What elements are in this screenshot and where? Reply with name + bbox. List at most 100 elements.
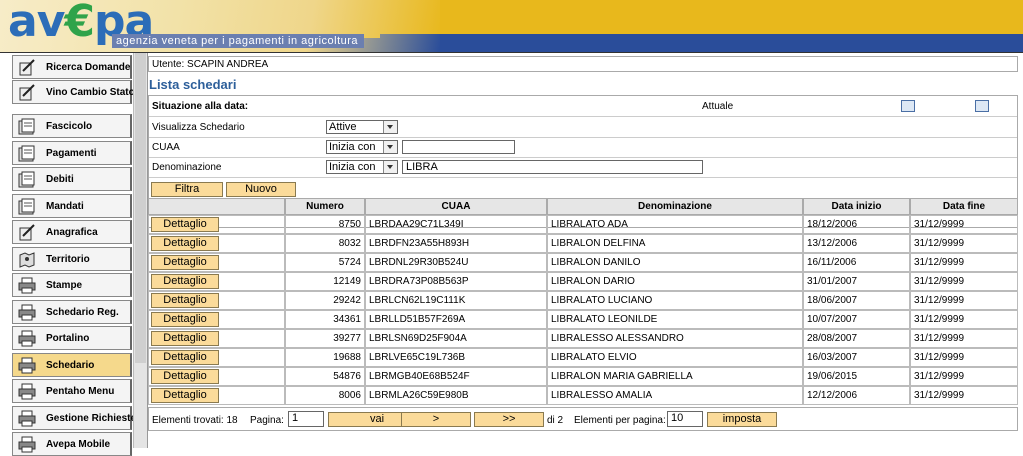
detail-button[interactable]: Dettaglio — [151, 388, 219, 403]
table-row: Dettaglio — [148, 310, 285, 329]
cuaa-input[interactable] — [402, 140, 515, 154]
denominazione-mode-select[interactable]: Inizia con — [326, 160, 398, 174]
table-cell: LBRMGB40E68B524F — [365, 367, 547, 386]
table-cell: 5724 — [285, 253, 365, 272]
detail-button[interactable]: Dettaglio — [151, 369, 219, 384]
page-label: Pagina: — [250, 415, 284, 426]
table-row: Dettaglio — [148, 253, 285, 272]
chevron-down-icon — [383, 161, 397, 173]
printer-icon — [18, 304, 36, 321]
cuaa-mode-select[interactable]: Inizia con — [326, 140, 398, 154]
table-cell: LBRMLA26C59E980B — [365, 386, 547, 405]
sidebar-item-label: Schedario Reg. — [46, 306, 119, 318]
page-input[interactable]: 1 — [288, 411, 324, 427]
table-cell: 31/01/2007 — [803, 272, 910, 291]
sidebar-item-vino-cambio-stato[interactable]: Vino Cambio Stato — [12, 80, 135, 104]
table-row: Dettaglio — [148, 291, 285, 310]
table-cell: 31/12/9999 — [910, 215, 1018, 234]
sidebar-item-fascicolo[interactable]: Fascicolo — [12, 114, 132, 138]
detail-button[interactable]: Dettaglio — [151, 331, 219, 346]
detail-button[interactable]: Dettaglio — [151, 217, 219, 232]
next-page-button[interactable]: > — [401, 412, 471, 427]
sidebar-scroll-thumb[interactable] — [135, 53, 146, 363]
table-cell: LIBRALATO LEONILDE — [547, 310, 803, 329]
sidebar-item-gestione-richieste[interactable]: Gestione Richieste — [12, 405, 136, 430]
page-title: Lista schedari — [149, 77, 237, 92]
sidebar-item-debiti[interactable]: Debiti — [12, 167, 132, 191]
sidebar-item-anagrafica[interactable]: Anagrafica — [12, 220, 132, 244]
sidebar-item-mandati[interactable]: Mandati — [12, 193, 132, 218]
table-cell: 16/03/2007 — [803, 348, 910, 367]
filter-button[interactable]: Filtra — [151, 182, 223, 197]
sidebar-item-ricerca-domande[interactable]: Ricerca Domande — [12, 55, 132, 79]
table-row: Dettaglio — [148, 386, 285, 405]
folder-icon — [18, 145, 36, 162]
sidebar-item-label: Portalino — [46, 333, 90, 344]
table-cell: LIBRALATO ADA — [547, 215, 803, 234]
table-cell: LBRDNL29R30B524U — [365, 253, 547, 272]
table-cell: 31/12/9999 — [910, 291, 1018, 310]
detail-button[interactable]: Dettaglio — [151, 293, 219, 308]
table-cell: LIBRALON DARIO — [547, 272, 803, 291]
table-cell: LIBRALESSO AMALIA — [547, 386, 803, 405]
table-cell: LIBRALATO LUCIANO — [547, 291, 803, 310]
column-header: CUAA — [365, 198, 547, 215]
sidebar-item-label: Anagrafica — [46, 227, 98, 238]
set-button[interactable]: imposta — [707, 412, 777, 427]
table-row: Dettaglio — [148, 348, 285, 367]
table-cell: 31/12/9999 — [910, 272, 1018, 291]
situation-value: Attuale — [702, 101, 734, 112]
sidebar-item-pagamenti[interactable]: Pagamenti — [12, 140, 132, 165]
detail-button[interactable]: Dettaglio — [151, 274, 219, 289]
per-page-label: Elementi per pagina: — [574, 415, 666, 426]
table-cell: LBRLSN69D25F904A — [365, 329, 547, 348]
cuaa-label: CUAA — [152, 142, 180, 153]
sidebar-item-stampe[interactable]: Stampe — [12, 273, 132, 297]
sidebar-scrollbar[interactable] — [133, 53, 147, 448]
sidebar-item-label: Schedario — [46, 359, 95, 371]
table-cell: 31/12/9999 — [910, 348, 1018, 367]
column-header: Numero — [285, 198, 365, 215]
sidebar-item-territorio[interactable]: Territorio — [12, 246, 132, 271]
table-cell: LBRDAA29C71L349I — [365, 215, 547, 234]
pagination-bar: Elementi trovati: 18 Pagina: 1 vai > >> … — [148, 407, 1018, 431]
cuaa-row: CUAA Inizia con — [149, 137, 1017, 158]
detail-button[interactable]: Dettaglio — [151, 350, 219, 365]
sidebar-item-schedario[interactable]: Schedario — [12, 352, 132, 377]
calendar-edit-icon[interactable] — [975, 100, 989, 112]
sidebar-item-pentaho-menu[interactable]: Pentaho Menu — [12, 379, 132, 403]
table-cell: 31/12/9999 — [910, 310, 1018, 329]
printer-icon — [18, 436, 36, 453]
table-cell: LIBRALATO ELVIO — [547, 348, 803, 367]
chevron-down-icon — [383, 141, 397, 153]
calendar-icon[interactable] — [901, 100, 915, 112]
table-cell: LIBRALON MARIA GABRIELLA — [547, 367, 803, 386]
table-cell: 31/12/9999 — [910, 386, 1018, 405]
denominazione-input[interactable]: LIBRA — [402, 160, 703, 174]
detail-button[interactable]: Dettaglio — [151, 255, 219, 270]
sidebar-item-schedario-reg-[interactable]: Schedario Reg. — [12, 299, 132, 324]
detail-button[interactable]: Dettaglio — [151, 312, 219, 327]
per-page-input[interactable]: 10 — [667, 411, 703, 427]
table-row: Dettaglio — [148, 234, 285, 253]
denominazione-label: Denominazione — [152, 162, 222, 173]
column-header: Denominazione — [547, 198, 803, 215]
pen-document-icon — [18, 59, 36, 76]
table-cell: 31/12/9999 — [910, 329, 1018, 348]
table-row: Dettaglio — [148, 329, 285, 348]
schedario-select[interactable]: Attive — [326, 120, 398, 134]
map-icon — [18, 251, 36, 268]
sidebar-item-avepa-mobile[interactable]: Avepa Mobile — [12, 432, 132, 456]
folder-icon — [18, 118, 36, 135]
detail-button[interactable]: Dettaglio — [151, 236, 219, 251]
table-cell: 18/06/2007 — [803, 291, 910, 310]
table-cell: 13/12/2006 — [803, 234, 910, 253]
sidebar-item-portalino[interactable]: Portalino — [12, 326, 132, 350]
sidebar-item-label: Gestione Richieste — [46, 412, 137, 424]
denominazione-row: Denominazione Inizia con LIBRA — [149, 157, 1017, 178]
new-button[interactable]: Nuovo — [226, 182, 296, 197]
table-cell: 31/12/9999 — [910, 234, 1018, 253]
sidebar-item-label: Pagamenti — [46, 147, 97, 159]
pen-document-icon — [18, 224, 36, 241]
last-page-button[interactable]: >> — [474, 412, 544, 427]
